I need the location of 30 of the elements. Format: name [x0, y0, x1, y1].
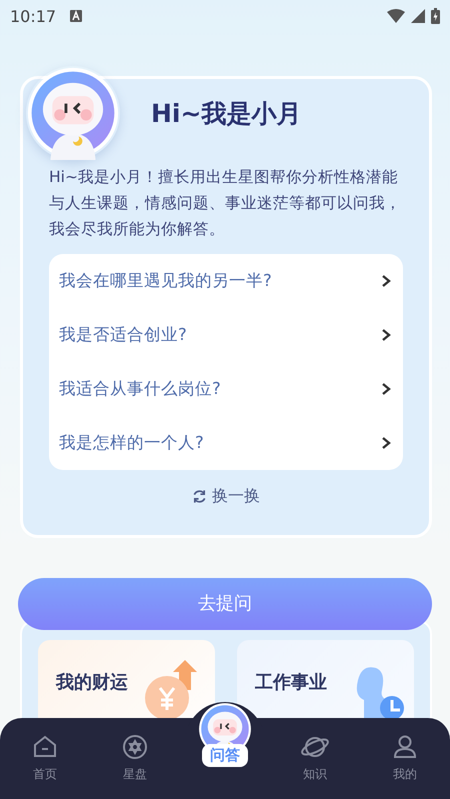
- user-icon: [392, 734, 418, 760]
- nav-tab[interactable]: 首页: [0, 718, 90, 799]
- topic-card[interactable]: 工作事业: [237, 640, 414, 718]
- assistant-intro: Hi~我是小月！擅长用出生星图帮你分析性格潜能与人生课题，情感问题、事业迷茫等都可以问我，我会尽我所能为你解答。: [49, 167, 402, 240]
- assistant-title: Hi~我是小月: [151, 98, 302, 130]
- wifi-icon: [387, 9, 405, 23]
- topic-label: 工作事业: [255, 671, 327, 694]
- battery-icon: [431, 8, 440, 24]
- status-time: 10:17: [10, 6, 56, 26]
- topic-label: 我的财运: [56, 671, 128, 694]
- topic-card[interactable]: 我的财运: [38, 640, 215, 718]
- chevron-right-icon: [381, 274, 391, 288]
- nav-tab[interactable]: 知识: [270, 718, 360, 799]
- chevron-right-icon: [381, 382, 391, 396]
- nav-tab[interactable]: 星盘: [90, 718, 180, 799]
- refresh-icon: [192, 489, 207, 504]
- refresh-button[interactable]: 换一换: [192, 486, 260, 507]
- star-disc-icon: [122, 734, 148, 760]
- suggested-question[interactable]: 我会在哪里遇见我的另一半?: [59, 254, 391, 308]
- chevron-right-icon: [381, 436, 391, 450]
- suggested-question[interactable]: 我是怎样的一个人?: [59, 416, 391, 470]
- signal-icon: [411, 9, 425, 23]
- ask-button[interactable]: 去提问: [18, 578, 432, 630]
- keyboard-notification-icon: [70, 10, 82, 22]
- home-icon: [32, 734, 58, 760]
- planet-icon: [300, 734, 330, 760]
- suggested-question[interactable]: 我是否适合创业?: [59, 308, 391, 362]
- suggested-question[interactable]: 我适合从事什么岗位?: [59, 362, 391, 416]
- nav-tab[interactable]: 我的: [360, 718, 450, 799]
- chevron-right-icon: [381, 328, 391, 342]
